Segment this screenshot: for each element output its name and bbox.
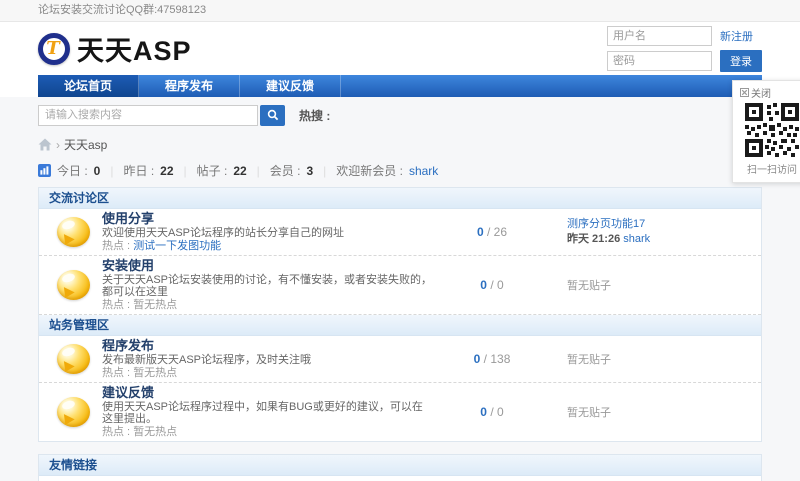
forum-desc: 发布最新版天天ASP论坛程序，及时关注哦 bbox=[102, 354, 433, 366]
stat-posts-value: 22 bbox=[233, 164, 246, 178]
home-icon[interactable] bbox=[38, 138, 52, 151]
search-bar: 热搜 : bbox=[38, 102, 762, 128]
forum-row: 安装使用 关于天天ASP论坛安装使用的讨论，有不懂安装，或者安装失败的，都可以在… bbox=[39, 256, 761, 315]
hot-none-text: 暂无热点 bbox=[133, 426, 177, 438]
stat-posts-label: 帖子 : bbox=[197, 162, 228, 179]
forum-desc: 关于天天ASP论坛安装使用的讨论，有不懂安装，或者安装失败的，都可以在这里 bbox=[102, 274, 433, 298]
section-header-discussion[interactable]: 交流讨论区 bbox=[39, 188, 761, 209]
site-logo[interactable]: T 天天ASP bbox=[38, 29, 192, 68]
qq-group-text: 论坛安装交流讨论QQ群:47598123 bbox=[38, 4, 206, 16]
qr-panel: 关闭 扫一扫访问 bbox=[732, 80, 800, 183]
forum-title-link[interactable]: 程序发布 bbox=[102, 339, 433, 353]
forum-title-link[interactable]: 建议反馈 bbox=[102, 386, 433, 400]
links-section-header: 友情链接 bbox=[39, 455, 761, 476]
forum-row: 建议反馈 使用天天ASP论坛程序过程中，如果有BUG或更好的建议，可以在这里提出… bbox=[39, 383, 761, 441]
password-input[interactable] bbox=[607, 51, 712, 71]
no-post-text: 暂无贴子 bbox=[567, 404, 751, 420]
total-count: 26 bbox=[494, 225, 507, 239]
username-input[interactable] bbox=[607, 26, 712, 46]
hot-none-text: 暂无热点 bbox=[133, 299, 177, 311]
chart-icon bbox=[38, 164, 51, 177]
forum-counts: 0 / 138 bbox=[433, 352, 551, 366]
announcement-bar: 论坛安装交流讨论QQ群:47598123 bbox=[0, 0, 800, 22]
forum-icon[interactable] bbox=[57, 270, 90, 300]
forum-title-link[interactable]: 使用分享 bbox=[102, 212, 433, 226]
stat-yesterday-value: 22 bbox=[160, 164, 173, 178]
forum-desc: 欢迎使用天天ASP论坛程序的站长分享自己的网址 bbox=[102, 227, 433, 239]
total-count: 0 bbox=[497, 278, 504, 292]
qr-caption: 扫一扫访问 bbox=[738, 161, 800, 176]
register-link[interactable]: 新注册 bbox=[720, 28, 762, 44]
stat-members-label: 会员 : bbox=[270, 162, 301, 179]
logo-icon: T bbox=[38, 33, 70, 65]
hot-none-text: 暂无热点 bbox=[133, 367, 177, 379]
hot-label: 热点 : bbox=[102, 426, 130, 438]
forum-list: 交流讨论区 使用分享 欢迎使用天天ASP论坛程序的站长分享自己的网址 热点 : … bbox=[38, 187, 762, 442]
welcome-label: 欢迎新会员 : bbox=[336, 162, 403, 179]
breadcrumb-sep: › bbox=[56, 138, 60, 152]
forum-counts: 0 / 0 bbox=[433, 405, 551, 419]
forum-icon[interactable] bbox=[57, 344, 90, 374]
main-nav: 论坛首页 程序发布 建议反馈 bbox=[38, 75, 762, 97]
no-post-text: 暂无贴子 bbox=[567, 277, 751, 293]
nav-item-forum-home[interactable]: 论坛首页 bbox=[38, 75, 139, 97]
forum-icon[interactable] bbox=[57, 217, 90, 247]
breadcrumb: › 天天asp bbox=[38, 136, 762, 153]
lastpost-user-link[interactable]: shark bbox=[623, 233, 650, 245]
stat-members-value: 3 bbox=[306, 164, 313, 178]
lastpost-title-link[interactable]: 测序分页功能17 bbox=[567, 218, 751, 231]
breadcrumb-current[interactable]: 天天asp bbox=[64, 136, 107, 153]
section-header-admin[interactable]: 站务管理区 bbox=[39, 315, 761, 336]
forum-row: 程序发布 发布最新版天天ASP论坛程序，及时关注哦 热点 : 暂无热点 0 / … bbox=[39, 336, 761, 383]
nav-item-feedback[interactable]: 建议反馈 bbox=[240, 75, 341, 97]
login-form: 新注册 登录 bbox=[607, 26, 762, 72]
stat-today-value: 0 bbox=[94, 164, 101, 178]
hot-search-label: 热搜 : bbox=[299, 107, 330, 124]
last-post: 暂无贴子 bbox=[551, 404, 751, 420]
forum-desc: 使用天天ASP论坛程序过程中，如果有BUG或更好的建议，可以在这里提出。 bbox=[102, 401, 433, 425]
no-post-text: 暂无贴子 bbox=[567, 351, 751, 367]
forum-title-link[interactable]: 安装使用 bbox=[102, 259, 433, 273]
last-post: 测序分页功能17 昨天 21:26 shark bbox=[551, 218, 751, 246]
new-member-link[interactable]: shark bbox=[409, 164, 438, 178]
friendly-links-box: 友情链接 天天asp家园 bbox=[38, 454, 762, 481]
page-body: 热搜 : › 天天asp 今日 : 0 | 昨日 : 22 | 帖子 : 22 bbox=[0, 97, 800, 481]
qr-code-image bbox=[745, 103, 799, 157]
hot-label: 热点 : bbox=[102, 299, 130, 311]
stat-today-label: 今日 : bbox=[57, 162, 88, 179]
site-header: T 天天ASP 新注册 登录 bbox=[38, 22, 762, 75]
hot-thread-link[interactable]: 测试一下发图功能 bbox=[133, 240, 221, 252]
last-post: 暂无贴子 bbox=[551, 277, 751, 293]
total-count: 138 bbox=[490, 352, 510, 366]
forum-counts: 0 / 26 bbox=[433, 225, 551, 239]
search-button[interactable] bbox=[260, 105, 285, 126]
qr-close-button[interactable]: 关闭 bbox=[738, 84, 800, 103]
qr-close-label: 关闭 bbox=[751, 85, 771, 100]
close-icon bbox=[740, 88, 749, 97]
today-count: 0 bbox=[477, 225, 484, 239]
total-count: 0 bbox=[497, 405, 504, 419]
search-icon bbox=[267, 109, 279, 121]
login-button[interactable]: 登录 bbox=[720, 50, 762, 72]
logo-text: 天天ASP bbox=[77, 29, 192, 68]
nav-item-releases[interactable]: 程序发布 bbox=[139, 75, 240, 97]
forum-icon[interactable] bbox=[57, 397, 90, 427]
forum-row: 使用分享 欢迎使用天天ASP论坛程序的站长分享自己的网址 热点 : 测试一下发图… bbox=[39, 209, 761, 256]
stats-bar: 今日 : 0 | 昨日 : 22 | 帖子 : 22 | 会员 : 3 | 欢迎… bbox=[38, 162, 762, 179]
forum-counts: 0 / 0 bbox=[433, 278, 551, 292]
search-input[interactable] bbox=[38, 105, 258, 126]
today-count: 0 bbox=[480, 405, 487, 419]
stat-yesterday-label: 昨日 : bbox=[123, 162, 154, 179]
today-count: 0 bbox=[474, 352, 481, 366]
hot-label: 热点 : bbox=[102, 367, 130, 379]
hot-label: 热点 : bbox=[102, 240, 130, 252]
lastpost-time: 昨天 21:26 bbox=[567, 233, 620, 245]
today-count: 0 bbox=[480, 278, 487, 292]
last-post: 暂无贴子 bbox=[551, 351, 751, 367]
